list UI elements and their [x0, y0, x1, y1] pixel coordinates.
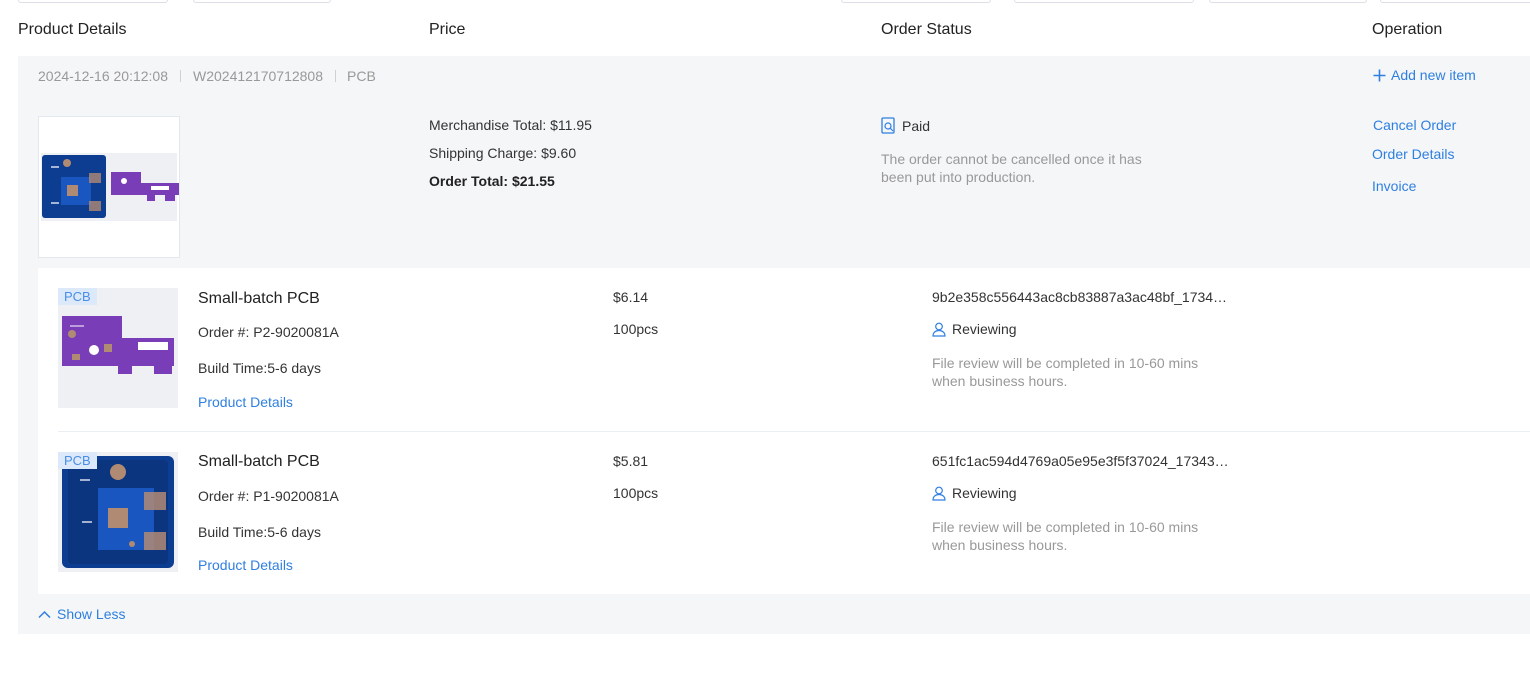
filter-control[interactable] — [1380, 0, 1530, 3]
item-quantity: 100pcs — [613, 485, 659, 501]
board-pair-image — [41, 153, 179, 221]
item-title: Small-batch PCB — [198, 453, 320, 470]
paid-doc-icon — [881, 117, 896, 134]
item-quantity: 100pcs — [613, 321, 659, 337]
order-datetime: 2024-12-16 20:12:08 — [38, 68, 168, 84]
meta-divider — [180, 70, 181, 82]
order-thumbnail[interactable] — [38, 116, 180, 258]
item-status-note: File review will be completed in 10-60 m… — [932, 519, 1199, 553]
add-new-item-button[interactable]: Add new item — [1373, 67, 1476, 83]
show-less-toggle[interactable]: Show Less — [38, 606, 125, 622]
order-details-link[interactable]: Order Details — [1372, 146, 1454, 162]
item-status: Reviewing — [932, 485, 1017, 501]
item-price: $6.14 — [613, 289, 649, 305]
merchandise-total: Merchandise Total: $11.95 — [429, 117, 592, 133]
column-header-price: Price — [429, 21, 466, 38]
item-status-note: File review will be completed in 10-60 m… — [932, 355, 1199, 389]
filter-control[interactable] — [841, 0, 991, 3]
filter-control[interactable] — [1209, 0, 1367, 3]
meta-divider — [335, 70, 336, 82]
cancel-order-link[interactable]: Cancel Order — [1373, 117, 1456, 133]
shipping-charge: Shipping Charge: $9.60 — [429, 145, 577, 161]
item-product-details-link[interactable]: Product Details — [198, 394, 293, 410]
add-new-item-label: Add new item — [1391, 67, 1476, 83]
item-order-number: Order #: P1-9020081A — [198, 488, 339, 504]
item-status-label: Reviewing — [952, 485, 1017, 501]
order-number: W202412170712808 — [193, 68, 324, 84]
reviewer-icon — [932, 486, 946, 501]
item-thumbnail[interactable]: PCB — [58, 288, 178, 408]
item-divider — [58, 431, 1530, 432]
invoice-link[interactable]: Invoice — [1372, 178, 1416, 194]
item-title: Small-batch PCB — [198, 290, 320, 307]
order-status-label: Paid — [902, 117, 931, 134]
item-badge: PCB — [58, 288, 97, 305]
filter-control[interactable] — [1014, 0, 1194, 3]
item-badge: PCB — [58, 452, 97, 469]
column-header-status: Order Status — [881, 21, 972, 38]
item-thumbnail[interactable]: PCB — [58, 452, 178, 572]
item-status: Reviewing — [932, 321, 1017, 337]
item-order-number: Order #: P2-9020081A — [198, 324, 339, 340]
item-price: $5.81 — [613, 453, 649, 469]
purple-board-image — [62, 316, 174, 374]
item-file-name: 9b2e358c556443ac8cb83887a3ac48bf_1734… — [932, 289, 1228, 305]
plus-icon — [1373, 69, 1386, 82]
item-build-time: Build Time:5-6 days — [198, 360, 321, 376]
item-product-details-link[interactable]: Product Details — [198, 557, 293, 573]
reviewer-icon — [932, 322, 946, 337]
show-less-label: Show Less — [57, 606, 126, 622]
order-status: Paid — [881, 117, 930, 134]
column-header-operation: Operation — [1372, 21, 1443, 38]
order-category: PCB — [347, 68, 376, 84]
item-build-time: Build Time:5-6 days — [198, 524, 321, 540]
item-file-name: 651fc1ac594d4769a05e95e3f5f37024_17343… — [932, 453, 1229, 469]
column-header-product: Product Details — [18, 21, 127, 38]
order-status-note: The order cannot be cancelled once it ha… — [881, 151, 1142, 185]
item-status-label: Reviewing — [952, 321, 1017, 337]
chevron-up-icon — [38, 610, 51, 619]
blue-board-image — [62, 456, 174, 568]
filter-control[interactable] — [193, 0, 331, 3]
filter-control[interactable] — [18, 0, 168, 3]
order-total: Order Total: $21.55 — [429, 173, 555, 189]
